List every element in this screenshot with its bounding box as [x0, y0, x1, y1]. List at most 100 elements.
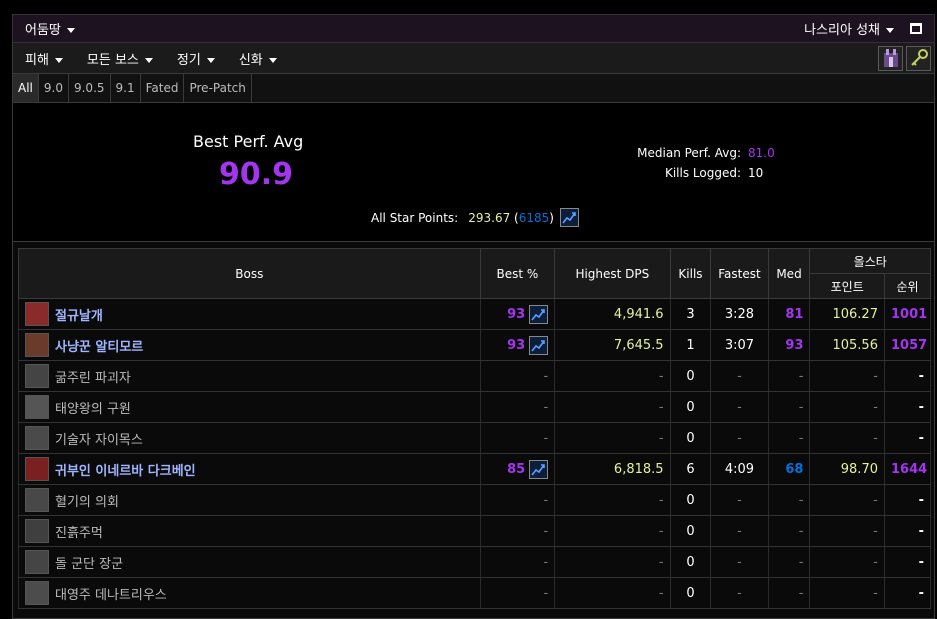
boss-name[interactable]: 굶주린 파괴자: [55, 367, 131, 386]
med-cell: -: [767, 391, 811, 423]
med-cell: 93: [767, 329, 811, 361]
dps-cell: -: [554, 391, 671, 423]
col-kills[interactable]: Kills: [669, 248, 712, 299]
chart-trend-icon[interactable]: [559, 208, 579, 227]
raid-label: 나스리아 성채: [804, 23, 880, 38]
chevron-down-icon: [886, 28, 894, 33]
table-row[interactable]: 귀부인 이네르바 다크베인 85 6,818.5 6 4:09 68 98.70 1644: [18, 453, 932, 485]
kills-value: 10: [748, 166, 764, 180]
table-row[interactable]: 혈기의 의회 - -0- - - -: [18, 484, 932, 516]
dps-cell: -: [554, 515, 671, 547]
menu-bosses-label: 모든 보스: [86, 52, 139, 68]
maximize-icon[interactable]: [910, 23, 922, 34]
boss-cell: 귀부인 이네르바 다크베인: [18, 453, 481, 485]
fastest-cell: -: [710, 546, 769, 578]
rank-cell: -: [883, 484, 932, 516]
table-row[interactable]: 태양왕의 구원 - -0- - - -: [18, 391, 932, 423]
zone-label: 어둠땅: [25, 23, 61, 38]
col-dps[interactable]: Highest DPS: [554, 248, 671, 299]
key-icon[interactable]: [906, 45, 931, 71]
boss-name[interactable]: 돌 군단 장군: [55, 553, 123, 572]
boss-name[interactable]: 절규날개: [55, 305, 103, 324]
med-cell: -: [767, 484, 811, 516]
points-cell: 98.70: [809, 453, 885, 485]
best-pct: -: [543, 523, 549, 539]
chart-trend-icon[interactable]: [529, 335, 549, 355]
best-perf-label: Best Perf. Avg: [193, 132, 304, 151]
asp-close-paren: ): [549, 210, 554, 225]
points-cell: -: [809, 391, 885, 423]
fastest-cell: -: [710, 422, 769, 454]
table-row[interactable]: 대영주 데나트리우스 - -0- - - -: [18, 577, 932, 609]
table-row[interactable]: 사냥꾼 알티모르 93 7,645.5 1 3:07 93 105.56 1057: [18, 329, 932, 361]
best-cell: -: [479, 515, 556, 547]
boss-name[interactable]: 태양왕의 구원: [55, 398, 131, 417]
boss-table-panel: Boss Best % Highest DPS Kills Fastest Me…: [12, 241, 935, 619]
rank-cell: -: [883, 546, 932, 578]
kills-cell: 0: [669, 484, 712, 516]
col-boss[interactable]: Boss: [18, 248, 481, 299]
tab-pre-patch[interactable]: Pre-Patch: [184, 74, 252, 102]
median-label: Median Perf. Avg:: [637, 146, 741, 160]
menu-metric[interactable]: 피해: [13, 49, 75, 68]
col-best[interactable]: Best %: [479, 248, 556, 299]
menu-bosses[interactable]: 모든 보스: [75, 49, 165, 68]
boss-portrait-icon: [25, 550, 49, 574]
asp-rank: 6185: [518, 210, 550, 225]
tab-all[interactable]: All: [13, 74, 39, 102]
zone-dropdown[interactable]: 어둠땅: [13, 19, 75, 38]
chart-trend-icon[interactable]: [529, 459, 549, 479]
boss-portrait-icon: [25, 302, 49, 326]
tab-fated[interactable]: Fated: [141, 74, 185, 102]
table-row[interactable]: 진흙주먹 - -0- - - -: [18, 515, 932, 547]
table-row[interactable]: 굶주린 파괴자 - -0- - - -: [18, 360, 932, 392]
fastest-cell: -: [710, 391, 769, 423]
boss-name[interactable]: 대영주 데나트리우스: [55, 584, 167, 603]
med-cell: 81: [767, 298, 811, 330]
kills-label: Kills Logged:: [664, 166, 741, 180]
points-cell: -: [809, 484, 885, 516]
best-cell: 93: [479, 329, 556, 361]
table-row[interactable]: 돌 군단 장군 - -0- - - -: [18, 546, 932, 578]
boss-portrait-icon: [25, 519, 49, 543]
tab-9-0[interactable]: 9.0: [39, 74, 69, 102]
fastest-cell: -: [710, 484, 769, 516]
menu-difficulty[interactable]: 신화: [227, 49, 289, 68]
table-row[interactable]: 절규날개 93 4,941.6 3 3:28 81 106.27 1001: [18, 298, 932, 330]
rank-cell: -: [883, 577, 932, 609]
chevron-down-icon: [66, 28, 75, 33]
boss-cell: 돌 군단 장군: [18, 546, 481, 578]
rank-cell: 1644: [883, 453, 932, 485]
best-perf-value: 90.9: [219, 157, 294, 192]
kills-cell: 0: [669, 391, 712, 423]
top-bar: 어둠땅 나스리아 성채: [12, 14, 935, 43]
fastest-cell: 3:07: [710, 329, 769, 361]
table-row[interactable]: 기술자 자이목스 - -0- - - -: [18, 422, 932, 454]
col-med[interactable]: Med: [767, 248, 811, 299]
boss-cell: 굶주린 파괴자: [18, 360, 481, 392]
best-cell: -: [479, 484, 556, 516]
summary-panel: Best Perf. Avg 90.9 Median Perf. Avg: 81…: [12, 103, 935, 241]
boss-name[interactable]: 사냥꾼 알티모르: [55, 336, 143, 355]
menu-bar: 피해 모든 보스 정기 신화: [12, 43, 935, 73]
col-points[interactable]: 포인트: [809, 273, 885, 299]
boss-name[interactable]: 귀부인 이네르바 다크베인: [55, 460, 196, 479]
rank-cell: 1001: [883, 298, 932, 330]
med-cell: -: [767, 515, 811, 547]
boss-portrait-icon: [25, 333, 49, 357]
boss-name[interactable]: 혈기의 의회: [55, 491, 119, 510]
dps-cell: -: [554, 546, 671, 578]
chart-trend-icon[interactable]: [529, 304, 549, 324]
points-cell: -: [809, 577, 885, 609]
raid-portal-icon[interactable]: [878, 45, 903, 71]
boss-name[interactable]: 기술자 자이목스: [55, 429, 143, 448]
tab-9-0-5[interactable]: 9.0.5: [69, 74, 111, 102]
menu-mode[interactable]: 정기: [165, 49, 227, 68]
best-pct: 93: [507, 306, 526, 322]
best-cell: -: [479, 360, 556, 392]
col-fastest[interactable]: Fastest: [710, 248, 769, 299]
boss-name[interactable]: 진흙주먹: [55, 522, 103, 541]
raid-dropdown[interactable]: 나스리아 성채: [804, 19, 894, 38]
col-rank[interactable]: 순위: [883, 273, 932, 299]
tab-9-1[interactable]: 9.1: [111, 74, 141, 102]
